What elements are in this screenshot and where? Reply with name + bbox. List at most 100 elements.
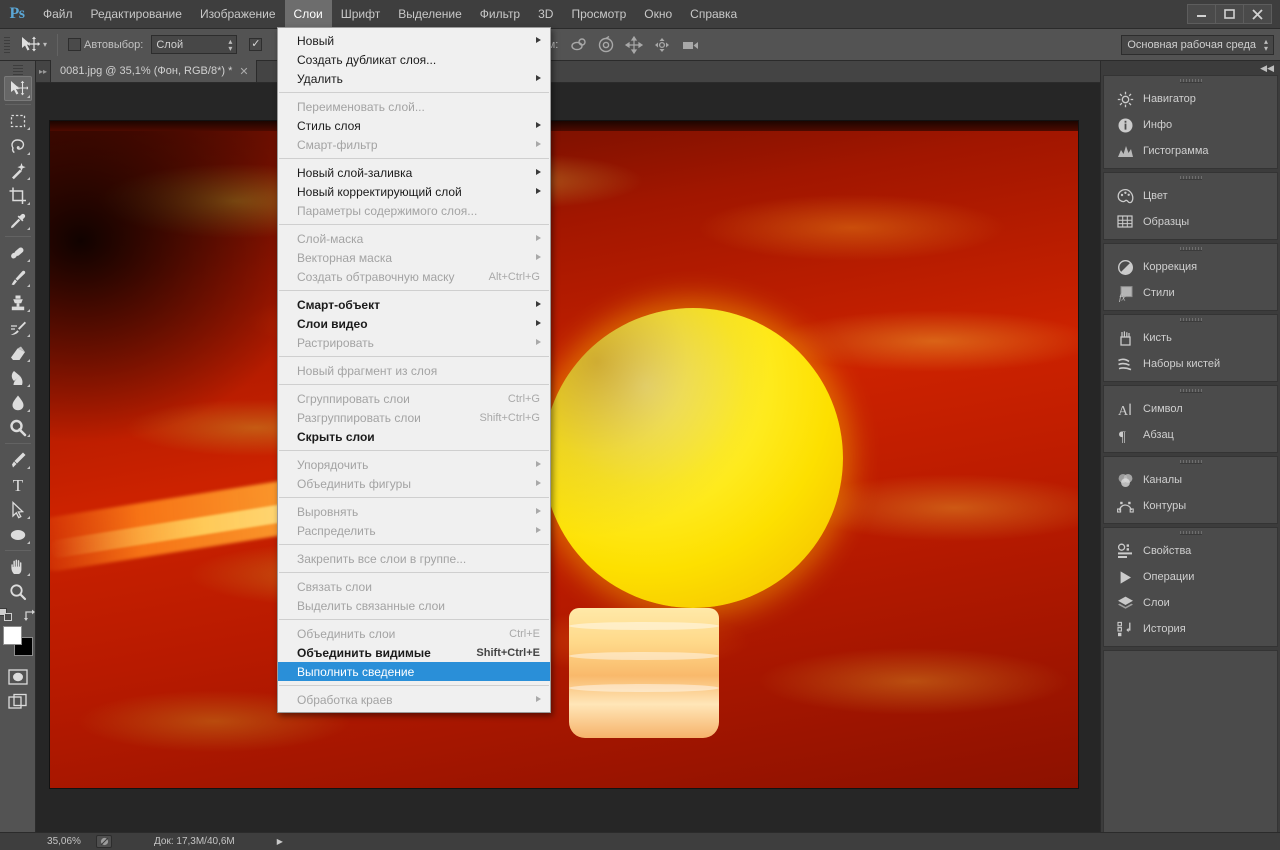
panel-tab-channels[interactable]: Каналы bbox=[1104, 467, 1277, 493]
menu-item-9[interactable]: Новый корректирующий слой bbox=[278, 182, 550, 201]
menu-item-1[interactable]: Создать дубликат слоя... bbox=[278, 50, 550, 69]
pen-tool[interactable] bbox=[4, 447, 32, 472]
panel-tab-navigator[interactable]: Навигатор bbox=[1104, 86, 1277, 112]
panel-tab-layers[interactable]: Слои bbox=[1104, 590, 1277, 616]
gradient-tool[interactable] bbox=[4, 365, 32, 390]
menu-item-8[interactable]: Просмотр bbox=[562, 0, 635, 29]
menu-item-10[interactable]: Справка bbox=[681, 0, 746, 29]
move-tool[interactable] bbox=[3, 76, 32, 101]
panel-tab-actions-play[interactable]: Операции bbox=[1104, 564, 1277, 590]
zoom-tool[interactable] bbox=[4, 579, 32, 604]
quick-mask-button[interactable] bbox=[4, 664, 32, 689]
default-colors-icon[interactable] bbox=[0, 608, 13, 622]
zoom-level-field[interactable]: 35,06% bbox=[36, 836, 92, 847]
transform-controls-checkbox[interactable] bbox=[249, 38, 263, 51]
autoselect-scope-dropdown[interactable]: Слой ▴ ▾ bbox=[151, 35, 238, 54]
eyedropper-tool[interactable] bbox=[4, 208, 32, 233]
menu-item-2[interactable]: Удалить bbox=[278, 69, 550, 88]
panel-group-grip[interactable] bbox=[1104, 386, 1277, 396]
clone-stamp-tool[interactable] bbox=[4, 290, 32, 315]
ellipse-shape-tool[interactable] bbox=[4, 522, 32, 547]
panel-group-grip[interactable] bbox=[1104, 244, 1277, 254]
panel-tab-info[interactable]: Инфо bbox=[1104, 112, 1277, 138]
menu-item-17[interactable]: Слои видео bbox=[278, 314, 550, 333]
menu-item-16[interactable]: Смарт-объект bbox=[278, 295, 550, 314]
panel-tab-history[interactable]: История bbox=[1104, 616, 1277, 642]
history-brush-tool[interactable] bbox=[4, 315, 32, 340]
menu-item-24[interactable]: Скрыть слои bbox=[278, 427, 550, 446]
canvas-area[interactable] bbox=[36, 83, 1100, 832]
menu-item-9[interactable]: Окно bbox=[635, 0, 681, 29]
panel-tab-styles-fx[interactable]: fx Стили bbox=[1104, 280, 1277, 306]
panel-tab-brush-presets[interactable]: Наборы кистей bbox=[1104, 351, 1277, 377]
document-tab[interactable]: 0081.jpg @ 35,1% (Фон, RGB/8*) * ✕ bbox=[50, 60, 257, 82]
crop-tool[interactable] bbox=[4, 183, 32, 208]
eraser-tool[interactable] bbox=[4, 340, 32, 365]
menu-item-2[interactable]: Изображение bbox=[191, 0, 285, 29]
layers-menu-dropdown[interactable]: Новый Создать дубликат слоя... Удалить Пере… bbox=[277, 27, 551, 713]
healing-brush-tool[interactable] bbox=[4, 240, 32, 265]
autoselect-checkbox[interactable] bbox=[68, 38, 82, 51]
status-menu-arrow-icon[interactable]: ▶ bbox=[277, 837, 283, 846]
path-selection-tool[interactable] bbox=[4, 497, 32, 522]
color-swatches[interactable] bbox=[2, 626, 33, 656]
foreground-color-swatch[interactable] bbox=[2, 626, 22, 645]
menu-item-0[interactable]: Новый bbox=[278, 31, 550, 50]
slide-3d-icon[interactable] bbox=[652, 35, 672, 55]
panel-group-grip[interactable] bbox=[1104, 76, 1277, 86]
menu-item-5[interactable]: Выделение bbox=[389, 0, 471, 29]
close-icon[interactable]: ✕ bbox=[239, 65, 248, 78]
workspace-switcher[interactable]: Основная рабочая среда ▴ ▾ bbox=[1121, 34, 1274, 55]
brush-tool[interactable] bbox=[4, 265, 32, 290]
menu-item-38[interactable]: Объединить видимые Shift+Ctrl+E bbox=[278, 643, 550, 662]
type-tool[interactable]: T bbox=[4, 472, 32, 497]
maximize-button[interactable] bbox=[1215, 4, 1244, 24]
tool-preset-chevron-icon[interactable]: ▾ bbox=[43, 41, 47, 49]
panel-group-grip[interactable] bbox=[1104, 315, 1277, 325]
menu-item-6[interactable]: Фильтр bbox=[471, 0, 529, 29]
options-bar-grip[interactable] bbox=[4, 34, 10, 56]
camera-3d-icon[interactable] bbox=[680, 35, 700, 55]
menu-item-4[interactable]: Шрифт bbox=[332, 0, 389, 29]
menu-item-26: Упорядочить bbox=[278, 455, 550, 474]
rotate-3d-icon[interactable] bbox=[568, 35, 588, 55]
menu-item-0[interactable]: Файл bbox=[34, 0, 82, 29]
menu-item-5[interactable]: Стиль слоя bbox=[278, 116, 550, 135]
lasso-tool[interactable] bbox=[4, 133, 32, 158]
panel-tab-properties[interactable]: Свойства bbox=[1104, 538, 1277, 564]
menu-item-7[interactable]: 3D bbox=[529, 0, 562, 29]
hand-tool[interactable] bbox=[4, 554, 32, 579]
tools-panel-grip[interactable] bbox=[12, 65, 23, 75]
document-artwork[interactable] bbox=[50, 121, 1078, 788]
active-tool-preview[interactable]: ▾ bbox=[14, 33, 51, 57]
roll-3d-icon[interactable] bbox=[596, 35, 616, 55]
menu-item-shortcut: Ctrl+G bbox=[507, 392, 540, 405]
panel-tab-paragraph[interactable]: ¶ Абзац bbox=[1104, 422, 1277, 448]
panel-group-grip[interactable] bbox=[1104, 173, 1277, 183]
swap-colors-icon[interactable] bbox=[23, 608, 37, 622]
panel-group-grip[interactable] bbox=[1104, 528, 1277, 538]
panel-tab-adjustments[interactable]: Коррекция bbox=[1104, 254, 1277, 280]
dock-collapse-button[interactable]: ◀◀ bbox=[1101, 61, 1280, 75]
panel-tab-paths[interactable]: Контуры bbox=[1104, 493, 1277, 519]
panel-tab-histogram[interactable]: Гистограмма bbox=[1104, 138, 1277, 164]
panel-tab-swatches[interactable]: Образцы bbox=[1104, 209, 1277, 235]
blur-tool[interactable] bbox=[4, 390, 32, 415]
document-preview-icon[interactable] bbox=[96, 835, 112, 848]
menu-item-1[interactable]: Редактирование bbox=[82, 0, 191, 29]
pan-3d-icon[interactable] bbox=[624, 35, 644, 55]
panel-tab-character[interactable]: A Символ bbox=[1104, 396, 1277, 422]
menu-item-39[interactable]: Выполнить сведение bbox=[278, 662, 550, 681]
rectangular-marquee-tool[interactable] bbox=[4, 108, 32, 133]
dodge-tool[interactable] bbox=[4, 415, 32, 440]
screen-mode-button[interactable] bbox=[4, 689, 32, 714]
panel-tab-color-palette[interactable]: Цвет bbox=[1104, 183, 1277, 209]
tab-strip-grip[interactable]: ▸▸ bbox=[36, 60, 50, 82]
menu-layers[interactable]: Слои bbox=[284, 0, 332, 29]
minimize-button[interactable] bbox=[1187, 4, 1216, 24]
menu-item-8[interactable]: Новый слой-заливка bbox=[278, 163, 550, 182]
panel-tab-brush[interactable]: Кисть bbox=[1104, 325, 1277, 351]
close-button[interactable] bbox=[1243, 4, 1272, 24]
magic-wand-tool[interactable] bbox=[4, 158, 32, 183]
panel-group-grip[interactable] bbox=[1104, 457, 1277, 467]
